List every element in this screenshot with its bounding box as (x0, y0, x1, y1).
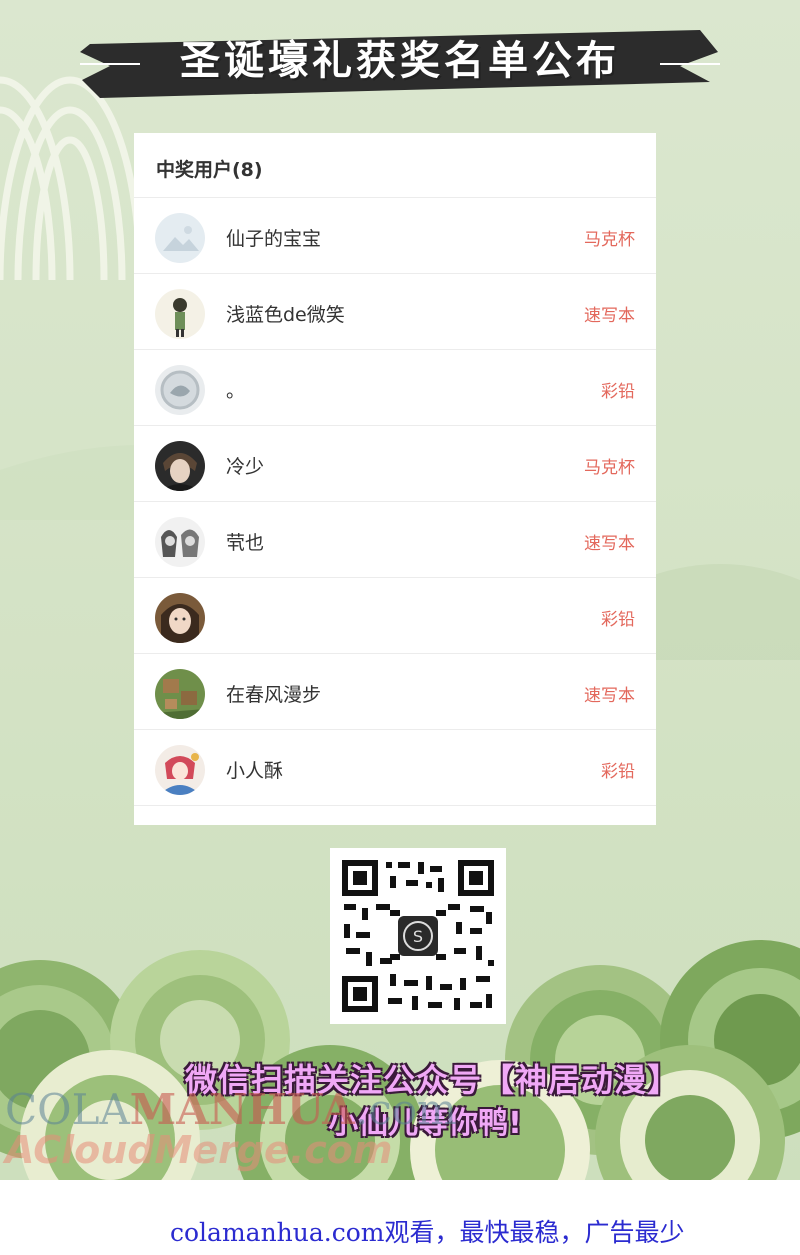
footer-link[interactable]: colamanhua.com观看，最快最稳，广告最少 (170, 1213, 684, 1249)
winner-row[interactable]: 彩铅 (134, 577, 656, 654)
avatar (155, 517, 205, 567)
winner-prize: 彩铅 (601, 762, 635, 782)
winners-card: 中奖用户(8) 仙子的宝宝 马克杯 浅蓝色de微笑 速写本 。 彩铅 冷少 马克… (134, 133, 656, 825)
card-bottom-divider (134, 805, 656, 826)
banner-title: 圣诞壕礼获奖名单公布 (180, 38, 620, 84)
card-title: 中奖用户(8) (156, 159, 263, 181)
winner-prize: 速写本 (584, 534, 635, 554)
winner-row[interactable]: 冷少 马克杯 (134, 425, 656, 502)
winner-name: 浅蓝色de微笑 (226, 304, 345, 326)
watermark-colamanhua: COLAMANHUA.com (5, 1085, 457, 1134)
svg-text:S: S (413, 927, 423, 946)
winner-prize: 速写本 (584, 686, 635, 706)
avatar (155, 213, 205, 263)
qr-code-image: S (330, 848, 506, 1024)
winner-prize: 彩铅 (601, 610, 635, 630)
winner-name: 在春风漫步 (226, 684, 322, 706)
watermark-acloudmerge: ACloudMerge.com (5, 1128, 393, 1172)
avatar (155, 669, 205, 719)
watermark-cola: COLA (5, 1085, 130, 1134)
avatar (155, 289, 205, 339)
winner-row[interactable]: 在春风漫步 速写本 (134, 653, 656, 730)
winner-row[interactable]: 仙子的宝宝 马克杯 (134, 197, 656, 274)
winner-name: 。 (226, 380, 246, 402)
winner-name: 冷少 (226, 456, 265, 478)
watermark-manhua: MANHUA (129, 1085, 355, 1134)
winner-prize: 马克杯 (584, 458, 635, 478)
avatar (155, 441, 205, 491)
winner-row[interactable]: 浅蓝色de微笑 速写本 (134, 273, 656, 350)
winner-name: 茕也 (226, 532, 265, 554)
winner-row[interactable]: 茕也 速写本 (134, 501, 656, 578)
qr-code: S (330, 848, 506, 1024)
winner-prize: 马克杯 (584, 230, 635, 250)
watermark-dotcom: .com (354, 1085, 457, 1134)
avatar (155, 745, 205, 795)
avatar (155, 365, 205, 415)
winner-prize: 彩铅 (601, 382, 635, 402)
winner-prize: 速写本 (584, 306, 635, 326)
winner-name: 小人酥 (226, 760, 284, 782)
winner-row[interactable]: 。 彩铅 (134, 349, 656, 426)
avatar (155, 593, 205, 643)
winner-name: 仙子的宝宝 (226, 228, 322, 250)
winner-row[interactable]: 小人酥 彩铅 (134, 729, 656, 806)
